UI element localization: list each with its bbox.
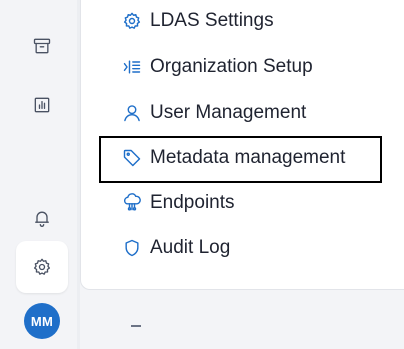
user-avatar[interactable]: MM — [24, 303, 60, 339]
gear-icon — [34, 258, 50, 275]
list-indent-icon — [121, 56, 143, 78]
archive-icon — [33, 38, 51, 54]
shield-icon — [121, 237, 143, 259]
menu-item-endpoints[interactable]: Endpoints — [121, 188, 235, 218]
menu-item-audit-log[interactable]: Audit Log — [121, 233, 230, 263]
rail-notifications-button[interactable] — [16, 192, 68, 244]
menu-item-ldas-settings[interactable]: LDAS Settings — [121, 6, 274, 36]
rail-settings-button[interactable] — [16, 241, 68, 293]
avatar-initials: MM — [30, 313, 54, 329]
gear-icon — [121, 10, 143, 32]
bell-icon — [35, 211, 49, 227]
endpoints-icon — [121, 192, 143, 214]
rail-reports-button[interactable] — [16, 79, 68, 131]
menu-item-label: Audit Log — [150, 237, 231, 258]
bar-chart-icon — [34, 97, 50, 113]
rail-archive-button[interactable] — [16, 20, 68, 72]
menu-item-user-management[interactable]: User Management — [121, 98, 306, 128]
menu-item-label: Endpoints — [150, 192, 235, 213]
menu-item-label: User Management — [150, 102, 307, 123]
left-nav-rail: MM — [0, 0, 80, 349]
menu-item-label: LDAS Settings — [150, 10, 274, 31]
partial-divider — [131, 325, 141, 327]
metadata-management-highlight — [99, 136, 382, 183]
menu-item-organization-setup[interactable]: Organization Setup — [121, 52, 313, 82]
user-icon — [121, 102, 143, 124]
menu-item-label: Organization Setup — [150, 56, 313, 77]
